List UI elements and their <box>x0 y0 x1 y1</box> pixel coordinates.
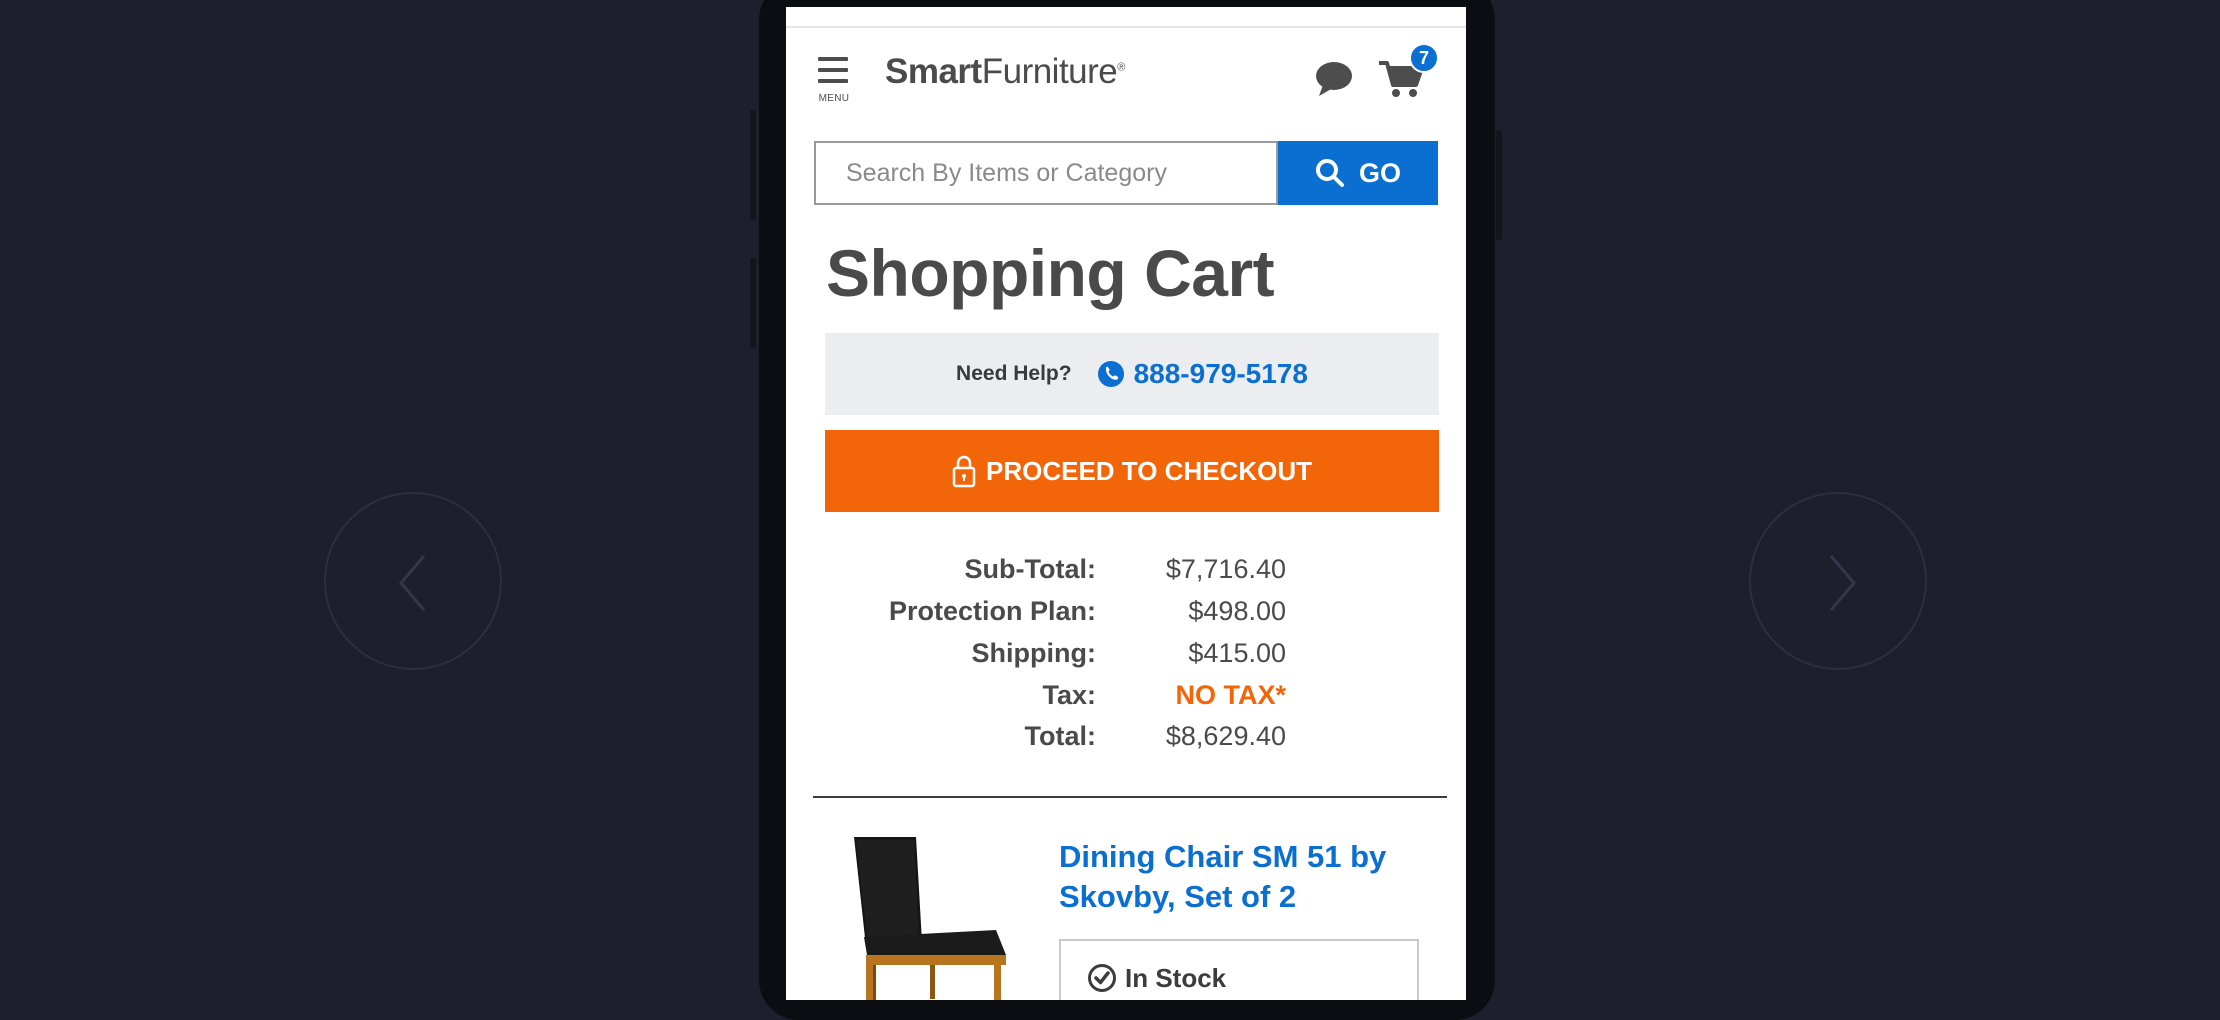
phone-side-button <box>750 258 756 348</box>
help-box: Need Help? 888-979-5178 <box>825 333 1439 415</box>
summary-row-total: Total: $8,629.40 <box>1024 721 1286 751</box>
previous-slide-button[interactable] <box>324 492 502 670</box>
summary-row-protection-plan: Protection Plan: $498.00 <box>888 596 1286 626</box>
dining-chair-image[interactable] <box>846 837 1026 1000</box>
summary-row-subtotal: Sub-Total: $7,716.40 <box>964 554 1286 584</box>
menu-button[interactable]: MENU <box>816 55 852 105</box>
next-slide-button[interactable] <box>1749 492 1927 670</box>
go-label: GO <box>1358 157 1401 188</box>
search-go-button[interactable]: GO <box>1278 141 1438 205</box>
help-label: Need Help? <box>956 362 1072 385</box>
phone-screen: MENU SmartFurniture® 7 GO Shopping Cart … <box>786 7 1466 1000</box>
cart-count-badge: 7 <box>1409 43 1439 73</box>
phone-icon <box>1097 361 1124 387</box>
proceed-to-checkout-button[interactable]: PROCEED TO CHECKOUT <box>825 430 1439 512</box>
no-tax-value: NO TAX* <box>1175 680 1286 710</box>
smartfurniture-logo[interactable]: SmartFurniture® <box>885 52 1125 92</box>
menu-label: MENU <box>818 93 850 104</box>
search-input[interactable] <box>814 141 1278 205</box>
chat-icon[interactable] <box>1315 61 1355 97</box>
checkout-label: PROCEED TO CHECKOUT <box>986 455 1312 486</box>
lock-icon <box>952 455 976 488</box>
hamburger-icon <box>818 57 848 61</box>
checkmark-circle-icon <box>1088 964 1116 992</box>
phone-side-button <box>1496 130 1502 240</box>
summary-divider <box>813 796 1447 798</box>
page-title: Shopping Cart <box>826 236 1275 310</box>
help-phone-link[interactable]: 888-979-5178 <box>1097 358 1308 390</box>
search-icon <box>1315 159 1344 187</box>
summary-row-tax: Tax: NO TAX* <box>1042 680 1286 710</box>
summary-row-shipping: Shipping: $415.00 <box>971 638 1286 668</box>
screen-divider <box>786 26 1466 28</box>
stock-label: In Stock <box>1125 963 1227 993</box>
stock-status: In Stock <box>1059 939 1419 1000</box>
product-title-link[interactable]: Dining Chair SM 51 by Skovby, Set of 2 <box>1059 837 1419 917</box>
help-phone-number: 888-979-5178 <box>1133 358 1308 389</box>
phone-side-button <box>750 110 756 220</box>
chevron-left-icon <box>399 555 426 611</box>
chevron-right-icon <box>1829 555 1856 611</box>
